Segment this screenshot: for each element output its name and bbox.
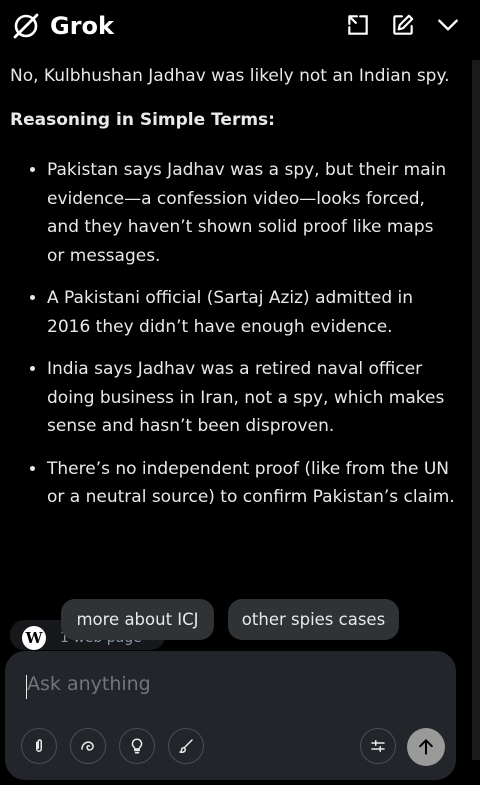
- scrollbar[interactable]: [472, 60, 480, 760]
- answer-intro: No, Kulbhushan Jadhav was likely not an …: [10, 66, 450, 86]
- arrow-up-icon: [419, 739, 433, 755]
- ask-input[interactable]: Ask anything: [27, 673, 151, 695]
- expand-icon[interactable]: [345, 12, 371, 38]
- suggestion-other-spies-cases[interactable]: other spies cases: [228, 599, 399, 640]
- answer-content: No, Kulbhushan Jadhav was likely not an …: [10, 62, 456, 526]
- list-item: Pakistan says Jadhav was a spy, but thei…: [47, 156, 456, 270]
- deepsearch-icon[interactable]: [70, 728, 106, 764]
- send-button[interactable]: [407, 728, 445, 766]
- brand-title: Grok: [50, 12, 114, 40]
- paperclip-icon[interactable]: [21, 728, 57, 764]
- wikipedia-icon: W: [22, 626, 46, 650]
- brush-icon[interactable]: [168, 728, 204, 764]
- sliders-icon[interactable]: [360, 728, 396, 764]
- compose-icon[interactable]: [390, 12, 416, 38]
- suggestion-more-about-icj[interactable]: more about ICJ: [61, 599, 214, 640]
- list-item: A Pakistani official (Sartaj Aziz) admit…: [47, 284, 456, 341]
- lightbulb-icon[interactable]: [119, 728, 155, 764]
- answer-heading: Reasoning in Simple Terms:: [10, 109, 275, 130]
- list-item: There’s no independent proof (like from …: [47, 455, 456, 512]
- composer: Ask anything: [5, 651, 456, 780]
- chevron-down-icon[interactable]: [435, 12, 461, 38]
- grok-logo-icon: [11, 11, 41, 41]
- reasoning-list: Pakistan says Jadhav was a spy, but thei…: [10, 156, 456, 512]
- header: Grok: [0, 0, 480, 52]
- list-item: India says Jadhav was a retired naval of…: [47, 355, 456, 441]
